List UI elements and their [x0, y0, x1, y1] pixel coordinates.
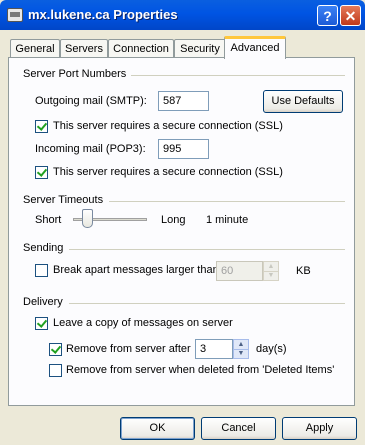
group-divider	[131, 75, 345, 76]
tab-general[interactable]: General	[10, 39, 60, 58]
leave-copy-checkbox[interactable]	[35, 317, 48, 330]
remove-when-deleted-checkbox[interactable]	[49, 364, 62, 377]
group-divider	[69, 303, 345, 304]
properties-window-icon	[7, 8, 23, 22]
timeout-slider-thumb[interactable]	[82, 209, 94, 228]
help-button[interactable]: ?	[317, 5, 338, 26]
break-apart-spinner[interactable]: ▲ ▼	[263, 261, 279, 281]
window-title: mx.lukene.ca Properties	[28, 7, 178, 22]
smtp-label: Outgoing mail (SMTP):	[35, 95, 147, 107]
break-apart-label: Break apart messages larger than	[53, 264, 219, 276]
spin-down-icon[interactable]: ▼	[264, 271, 278, 280]
remove-after-days-input[interactable]: 3	[195, 339, 233, 359]
close-icon: ✕	[344, 8, 357, 24]
tab-connection[interactable]: Connection	[108, 39, 174, 58]
timeout-value: 1 minute	[206, 214, 249, 226]
spin-down-icon[interactable]: ▼	[234, 349, 248, 358]
break-apart-checkbox[interactable]	[35, 264, 48, 277]
pop3-port-input[interactable]: 995	[158, 139, 209, 159]
smtp-ssl-checkbox[interactable]	[35, 120, 48, 133]
tab-advanced[interactable]: Advanced	[224, 36, 286, 59]
tab-security[interactable]: Security	[174, 39, 226, 58]
leave-copy-label: Leave a copy of messages on server	[53, 317, 233, 329]
advanced-tab-panel: Server Port Numbers Outgoing mail (SMTP)…	[8, 57, 355, 406]
days-unit-label: day(s)	[256, 343, 287, 355]
smtp-port-input[interactable]: 587	[158, 91, 209, 111]
server-timeouts-heading: Server Timeouts	[23, 194, 104, 206]
kb-unit-label: KB	[296, 265, 311, 277]
group-divider	[109, 201, 345, 202]
pop3-ssl-label: This server requires a secure connection…	[53, 166, 283, 178]
remove-after-label: Remove from server after	[66, 343, 191, 355]
delivery-heading: Delivery	[23, 296, 63, 308]
close-button[interactable]: ✕	[340, 5, 361, 26]
timeout-long-label: Long	[161, 214, 186, 226]
use-defaults-button[interactable]: Use Defaults	[263, 90, 343, 113]
apply-button[interactable]: Apply	[282, 417, 357, 440]
title-bar[interactable]: mx.lukene.ca Properties ? ✕	[0, 0, 365, 30]
sending-heading: Sending	[23, 242, 64, 254]
pop3-label: Incoming mail (POP3):	[35, 143, 146, 155]
break-apart-size-input[interactable]: 60	[216, 261, 263, 281]
group-divider	[69, 249, 345, 250]
cancel-button[interactable]: Cancel	[201, 417, 276, 440]
remove-after-checkbox[interactable]	[49, 343, 62, 356]
remove-after-spinner[interactable]: ▲ ▼	[233, 339, 249, 359]
server-port-numbers-heading: Server Port Numbers	[23, 68, 127, 80]
pop3-ssl-checkbox[interactable]	[35, 166, 48, 179]
remove-when-deleted-label: Remove from server when deleted from 'De…	[66, 364, 335, 376]
tab-servers[interactable]: Servers	[60, 39, 108, 58]
timeout-short-label: Short	[35, 214, 62, 226]
ok-button[interactable]: OK	[120, 417, 195, 440]
smtp-ssl-label: This server requires a secure connection…	[53, 120, 283, 132]
